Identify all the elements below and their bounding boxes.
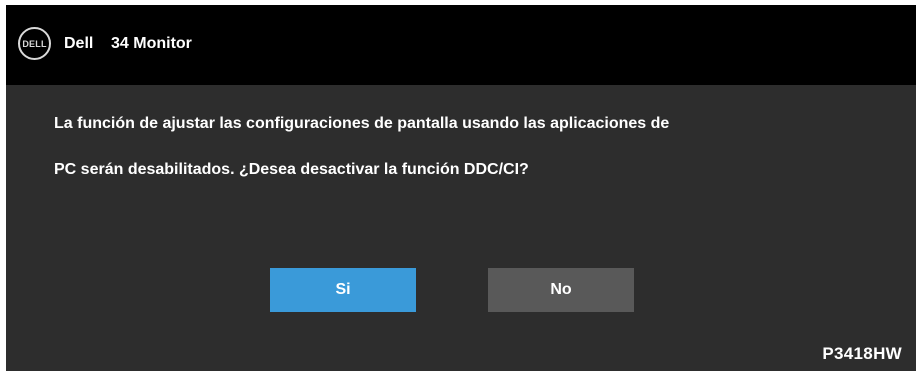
osd-dialog: DELL Dell 34 Monitor La función de ajust… [6,5,916,371]
yes-button[interactable]: Si [270,268,416,312]
no-button[interactable]: No [488,268,634,312]
dell-logo-text: DELL [22,38,47,49]
yes-button-label: Si [335,281,351,298]
no-button-label: No [550,281,572,298]
osd-header: DELL Dell 34 Monitor [6,5,916,85]
message-line-1: La función de ajustar las configuracione… [54,115,670,132]
message-line-2: PC serán desabilitados. ¿Desea desactiva… [54,161,529,178]
dell-logo-icon: DELL [18,27,51,60]
header-model: 34 Monitor [111,35,192,52]
header-brand: Dell [64,35,94,52]
model-code: P3418HW [822,344,902,363]
